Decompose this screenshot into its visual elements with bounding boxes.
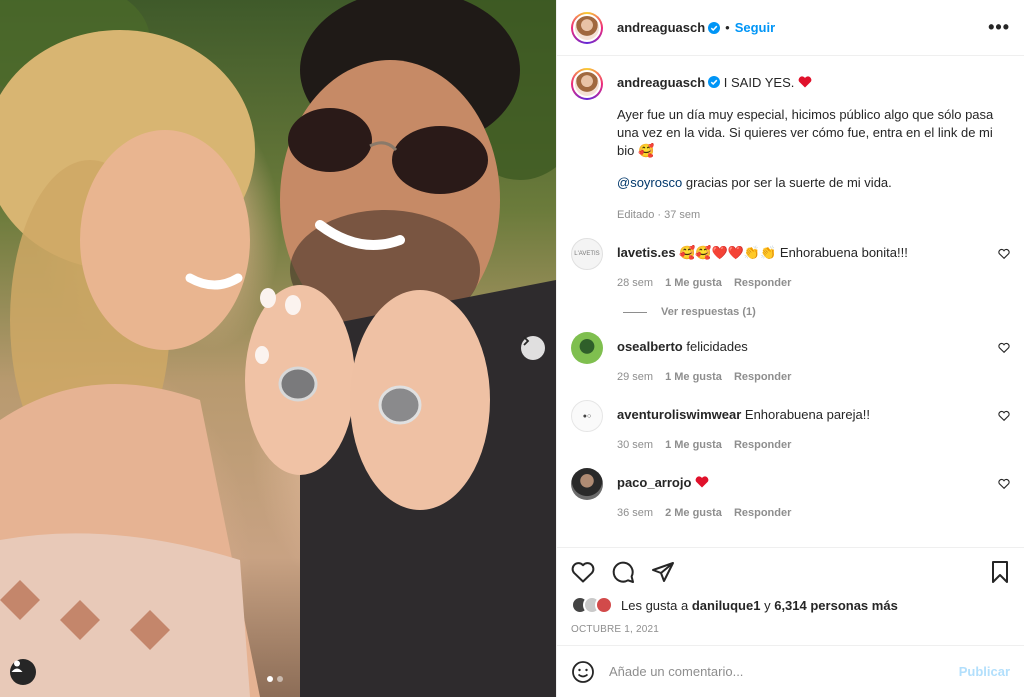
carousel-dot-active — [267, 676, 273, 682]
post-caption: andreaguasch I SAID YES. Ayer fue un día… — [571, 68, 1010, 224]
verified-badge-icon — [708, 21, 721, 34]
header-separator: • — [725, 20, 730, 35]
likes-count-link[interactable]: 6,314 personas más — [774, 598, 898, 613]
likes-middle: y — [764, 597, 771, 613]
caption-username[interactable]: andreaguasch — [617, 75, 705, 90]
emoji-picker-icon[interactable] — [571, 660, 595, 684]
likes-user-link[interactable]: daniluque1 — [692, 598, 761, 613]
comment-avatar[interactable] — [571, 332, 603, 364]
view-replies-button[interactable]: Ver respuestas (1) — [623, 306, 1010, 318]
caption-mention-link[interactable]: @soyrosco — [617, 175, 682, 190]
comment-username[interactable]: aventuroliswimwear — [617, 407, 741, 422]
comment-likes[interactable]: 1 Me gusta — [665, 368, 722, 386]
save-bookmark-icon[interactable] — [990, 560, 1010, 584]
author-avatar[interactable] — [571, 11, 603, 44]
comment-reply-button[interactable]: Responder — [734, 274, 791, 292]
post-photo[interactable] — [0, 0, 556, 697]
user-icon — [11, 660, 23, 672]
share-send-icon[interactable] — [651, 560, 675, 584]
caption-avatar[interactable] — [571, 68, 603, 100]
comment-input[interactable] — [609, 664, 945, 679]
comment-likes[interactable]: 1 Me gusta — [665, 436, 722, 454]
post-header: andreaguasch • Seguir ••• — [557, 0, 1024, 56]
caption-mention-text: gracias por ser la suerte de mi vida. — [685, 175, 892, 190]
comment-time[interactable]: 36 sem — [617, 504, 653, 522]
liker-avatar[interactable] — [595, 596, 613, 614]
comment-like-heart-icon[interactable] — [998, 410, 1010, 422]
author-username[interactable]: andreaguasch — [617, 20, 705, 35]
comment-reply-button[interactable]: Responder — [734, 368, 791, 386]
comment-text: Enhorabuena pareja!! — [744, 407, 870, 422]
comment-username[interactable]: osealberto — [617, 339, 683, 354]
view-replies-label: Ver respuestas (1) — [661, 306, 756, 318]
red-heart-icon — [695, 476, 709, 488]
comment-avatar[interactable]: L'AVETIS — [571, 238, 603, 270]
carousel-dot — [277, 676, 283, 682]
comment-username[interactable]: lavetis.es — [617, 245, 676, 260]
comment-like-heart-icon[interactable] — [998, 342, 1010, 354]
tagged-users-button[interactable] — [10, 659, 36, 685]
comment-time[interactable]: 29 sem — [617, 368, 653, 386]
comment-reply-button[interactable]: Responder — [734, 436, 791, 454]
like-heart-icon[interactable] — [571, 561, 595, 583]
comment-item: osealberto felicidades 29 sem 1 Me gusta… — [571, 332, 1010, 386]
comment-item: paco_arrojo 36 sem 2 Me gusta Responder — [571, 468, 1010, 522]
replies-divider — [623, 311, 647, 313]
comment-time[interactable]: 30 sem — [617, 436, 653, 454]
comment-likes[interactable]: 2 Me gusta — [665, 504, 722, 522]
comment-avatar[interactable]: ●○ — [571, 400, 603, 432]
carousel-indicator — [267, 676, 283, 682]
publish-button[interactable]: Publicar — [959, 664, 1010, 679]
comment-likes[interactable]: 1 Me gusta — [665, 274, 722, 292]
comment-bubble-icon[interactable] — [611, 560, 635, 584]
add-comment-bar: Publicar — [557, 645, 1024, 697]
likes-prefix: Les gusta a — [621, 597, 689, 613]
comment-like-heart-icon[interactable] — [998, 478, 1010, 490]
caption-paragraph: Ayer fue un día muy especial, hicimos pú… — [617, 107, 994, 158]
comment-like-heart-icon[interactable] — [998, 248, 1010, 260]
comment-time[interactable]: 28 sem — [617, 274, 653, 292]
follow-button[interactable]: Seguir — [735, 20, 775, 35]
comment-item: ●○ aventuroliswimwear Enhorabuena pareja… — [571, 400, 1010, 454]
chevron-right-icon — [523, 336, 530, 346]
photo-illustration — [0, 0, 556, 697]
comment-avatar[interactable] — [571, 468, 603, 500]
verified-badge-icon — [708, 76, 721, 88]
red-heart-icon — [798, 76, 812, 88]
more-options-button[interactable]: ••• — [988, 17, 1010, 38]
caption-edited-meta: Editado · 37 sem — [617, 209, 701, 221]
post-date[interactable]: OCTUBRE 1, 2021 — [571, 624, 1010, 635]
comment-item: L'AVETIS lavetis.es 🥰🥰❤️❤️👏👏 Enhorabuena… — [571, 238, 1010, 292]
instagram-post: andreaguasch • Seguir ••• andreaguasch I… — [0, 0, 1024, 697]
comment-text: 🥰🥰❤️❤️👏👏 Enhorabuena bonita!!! — [679, 245, 908, 260]
post-sidebar: andreaguasch • Seguir ••• andreaguasch I… — [556, 0, 1024, 697]
action-icons — [571, 558, 1010, 586]
post-actions: Les gusta a daniluque1 y 6,314 personas … — [557, 547, 1024, 635]
comment-username[interactable]: paco_arrojo — [617, 475, 691, 490]
comments-section[interactable]: andreaguasch I SAID YES. Ayer fue un día… — [557, 56, 1024, 547]
next-photo-button[interactable] — [521, 336, 545, 360]
caption-emoji: 🥰 — [637, 143, 655, 158]
comment-reply-button[interactable]: Responder — [734, 504, 791, 522]
comment-text: felicidades — [686, 339, 748, 354]
likes-summary: Les gusta a daniluque1 y 6,314 personas … — [571, 596, 1010, 614]
caption-headline: I SAID YES. — [723, 75, 795, 90]
